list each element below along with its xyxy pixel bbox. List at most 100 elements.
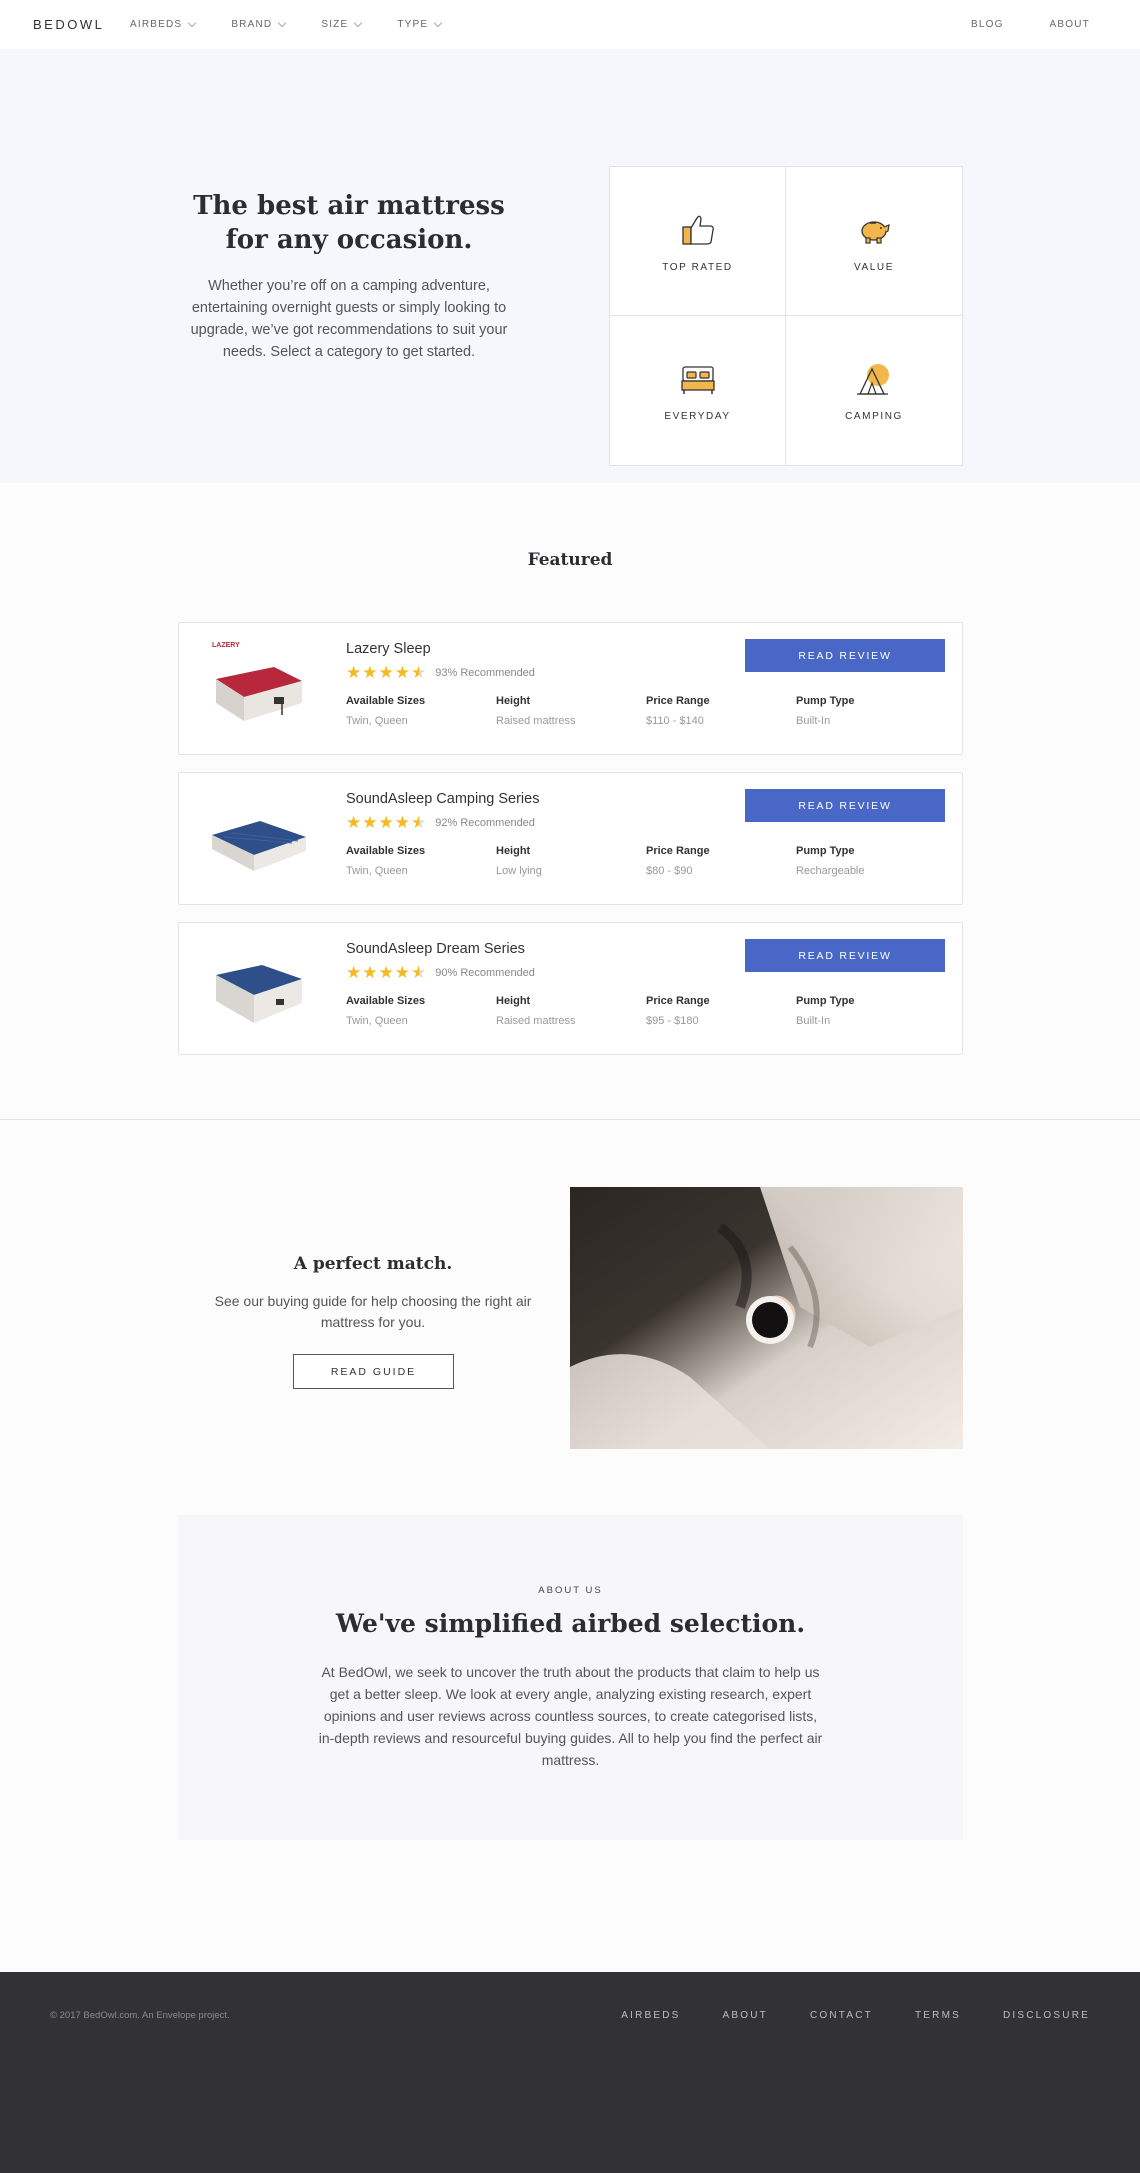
footer-link-terms[interactable]: TERMS (915, 2010, 961, 2021)
site-logo[interactable]: BEDOWL (33, 17, 104, 32)
nav-airbeds-dropdown[interactable]: AIRBEDS (130, 18, 197, 30)
star-icon: ★ (362, 963, 378, 982)
piggy-bank-icon (861, 220, 890, 244)
footer-link-contact[interactable]: CONTACT (810, 2010, 873, 2021)
category-everyday[interactable]: EVERYDAY (610, 316, 786, 465)
chevron-down-icon (354, 18, 363, 27)
hero-section: The best air mattress for any occasion. … (0, 49, 1140, 483)
attr-pump: Rechargeable (796, 865, 865, 877)
attr-label: Height (496, 845, 531, 857)
nav-brand-label: BRAND (231, 19, 273, 30)
category-value[interactable]: VALUE (786, 167, 962, 316)
star-icon: ★ (378, 963, 394, 982)
chevron-down-icon (434, 18, 443, 27)
chevron-down-icon (278, 18, 287, 27)
product-card: SoundAsleep Camping Series ★ ★ ★ ★ ★ 92% Rec… (178, 772, 963, 905)
nav-about-link[interactable]: ABOUT (1050, 19, 1090, 30)
read-guide-button[interactable]: READ GUIDE (293, 1354, 454, 1389)
attr-label: Price Range (646, 845, 710, 857)
footer-link-about[interactable]: ABOUT (723, 2010, 768, 2021)
nav-right: BLOG ABOUT (925, 19, 1090, 30)
product-image: LAZERY (212, 642, 302, 721)
nav-type-label: TYPE (397, 19, 429, 30)
star-half-icon: ★ (411, 663, 427, 682)
star-icon: ★ (346, 963, 362, 982)
product-name[interactable]: Lazery Sleep (346, 641, 431, 657)
star-icon: ★ (362, 663, 378, 682)
nav-size-label: SIZE (321, 19, 349, 30)
product-image (212, 821, 306, 871)
read-review-button[interactable]: READ REVIEW (745, 939, 945, 972)
svg-text:LAZERY: LAZERY (212, 642, 240, 649)
attr-sizes: Twin, Queen (346, 865, 408, 877)
about-text: At BedOwl, we seek to uncover the truth … (318, 1664, 823, 1768)
product-name[interactable]: SoundAsleep Dream Series (346, 941, 525, 957)
star-icon: ★ (394, 813, 410, 832)
bed-icon (680, 366, 715, 394)
category-label: EVERYDAY (664, 411, 731, 422)
nav-size-dropdown[interactable]: SIZE (321, 18, 363, 30)
read-review-button[interactable]: READ REVIEW (745, 639, 945, 672)
category-label: CAMPING (845, 411, 903, 422)
product-card: SoundAsleep Dream Series ★ ★ ★ ★ ★ 90% Recom… (178, 922, 963, 1055)
tent-icon (857, 364, 889, 395)
attr-label: Pump Type (796, 845, 855, 857)
attr-label: Available Sizes (346, 995, 426, 1007)
footer-link-disclosure[interactable]: DISCLOSURE (1003, 2010, 1090, 2021)
recommended-percent: 90% Recommended (435, 966, 535, 979)
hero-text: Whether you’re off on a camping adventur… (190, 278, 508, 360)
star-icon: ★ (394, 663, 410, 682)
attr-sizes: Twin, Queen (346, 1015, 408, 1027)
attr-label: Pump Type (796, 995, 855, 1007)
category-label: VALUE (853, 261, 895, 273)
recommended-percent: 93% Recommended (435, 666, 535, 679)
category-grid: TOP RATED VALUE EVERYDAY CAMPING (609, 166, 963, 466)
attr-label: Price Range (646, 695, 710, 707)
attr-height: Low lying (496, 865, 542, 877)
nav-menu: AIRBEDS BRAND SIZE TYPE (130, 18, 477, 30)
attr-label: Available Sizes (346, 695, 426, 707)
attr-label: Pump Type (796, 695, 855, 707)
rating: ★ ★ ★ ★ ★ 90% Recommended (346, 964, 535, 981)
match-title: A perfect match. (293, 1254, 453, 1274)
footer-link-airbeds[interactable]: AIRBEDS (621, 2010, 680, 2021)
hero-title: The best air mattress for any occasion. (193, 191, 505, 255)
footer-links: AIRBEDS ABOUT CONTACT TERMS DISCLOSURE (579, 2010, 1090, 2021)
thumbs-up-icon (681, 215, 714, 245)
nav-airbeds-label: AIRBEDS (130, 19, 183, 30)
product-name[interactable]: SoundAsleep Camping Series (346, 791, 539, 807)
nav-brand-dropdown[interactable]: BRAND (231, 18, 287, 30)
attr-price: $95 - $180 (646, 1015, 699, 1027)
section-divider (0, 1119, 1140, 1120)
category-top-rated[interactable]: TOP RATED (610, 167, 786, 316)
about-title: We've simplified airbed selection. (335, 1609, 806, 1638)
attr-pump: Built-In (796, 1015, 831, 1027)
star-icon: ★ (378, 813, 394, 832)
nav-type-dropdown[interactable]: TYPE (397, 18, 443, 30)
attr-sizes: Twin, Queen (346, 715, 408, 727)
attr-price: $110 - $140 (646, 715, 704, 727)
product-attributes: Available Sizes Twin, Queen Height Raised … (346, 995, 946, 1027)
star-icon: ★ (378, 663, 394, 682)
rating: ★ ★ ★ ★ ★ 92% Recommended (346, 814, 535, 831)
attr-label: Price Range (646, 995, 710, 1007)
read-review-button[interactable]: READ REVIEW (745, 789, 945, 822)
product-attributes: Available Sizes Twin, Queen Height Low lyi… (346, 845, 946, 877)
recommended-percent: 92% Recommended (435, 816, 535, 829)
star-icon: ★ (346, 663, 362, 682)
product-card: LAZERY Lazery Sleep ★ ★ ★ ★ ★ 93% Recommende… (178, 622, 963, 755)
about-section: ABOUT US We've simplified airbed selecti… (178, 1515, 963, 1840)
coffee-on-bed-photo (570, 1187, 963, 1449)
star-half-icon: ★ (411, 813, 427, 832)
chevron-down-icon (188, 18, 197, 27)
nav-blog-link[interactable]: BLOG (971, 19, 1004, 30)
attr-pump: Built-In (796, 715, 831, 727)
attr-label: Available Sizes (346, 845, 426, 857)
product-attributes: Available Sizes Twin, Queen Height Raised … (346, 695, 946, 727)
category-camping[interactable]: CAMPING (786, 316, 962, 465)
attr-height: Raised mattress (496, 715, 576, 727)
attr-label: Height (496, 995, 531, 1007)
featured-title: Featured (527, 550, 613, 570)
category-label: TOP RATED (662, 261, 733, 273)
attr-label: Height (496, 695, 531, 707)
